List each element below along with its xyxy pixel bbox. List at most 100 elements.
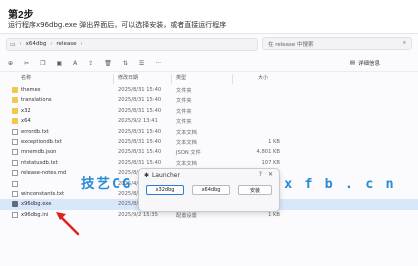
file-icon [12,170,18,177]
bug-icon: ✱ [144,172,150,179]
file-date: 2025/8/31 15:40 [118,97,162,104]
file-size: 1 KB [268,138,280,145]
file-icon [12,211,18,218]
monitor-icon: ▭ [10,40,16,48]
file-name: errordb.txt [21,128,49,135]
paste-icon[interactable]: ▣ [56,60,62,67]
column-divider[interactable] [171,74,172,84]
address-bar[interactable]: ▭ › x64dbg › release › [6,37,258,51]
folder-icon [12,118,18,125]
address-row: ▭ › x64dbg › release › ⌄ ↻ 在 release 中搜索… [0,34,418,54]
view-icon[interactable]: ☰ [139,60,144,67]
file-date: 2025/9/2 15:35 [118,211,158,218]
folder-icon [12,87,18,93]
step-title: 第2步 [8,10,34,21]
file-date: 2025/8/31 15:40 [118,87,162,93]
file-row[interactable]: exceptiondb.txt 2025/8/31 15:40 文本文档 1 KB [0,137,418,147]
file-type: 文本文档 [176,139,197,146]
x32dbg-button[interactable]: x32dbg [146,185,184,195]
install-button[interactable]: 安装 [238,185,272,195]
file-row[interactable]: translations 2025/8/31 15:40 文件夹 [0,95,418,105]
step-description: 运行程序x96dbg.exe 弹出界面后，可以选择安装，或者直接运行程序 [8,21,227,29]
file-row[interactable]: errordb.txt 2025/8/31 15:40 文本文档 [0,127,418,137]
file-date: 2025/9/2 13:41 [118,118,158,125]
chevron-right-icon: › [50,41,53,47]
file-name: winconstants.txt [21,190,65,197]
search-placeholder: 在 release 中搜索 [268,41,314,48]
launcher-buttons: x32dbg x64dbg 安装 [146,185,272,195]
folder-icon [12,97,18,104]
file-type: 文件夹 [176,119,192,126]
file-name: exceptiondb.txt [21,138,62,145]
help-icon[interactable]: ? [259,171,262,178]
launcher-title: Launcher [152,172,180,179]
file-size: 1 KB [268,211,280,218]
copy-icon[interactable]: ❐ [40,60,45,67]
file-name: mnemdb.json [21,149,57,156]
column-divider[interactable] [232,74,233,84]
file-icon [12,159,18,166]
rename-icon[interactable]: A [73,60,77,67]
launcher-window-controls: ? ✕ [259,171,273,178]
file-name: themes [21,87,41,93]
search-icon: ⌕ [402,40,406,46]
file-date: 2025/8/31 15:40 [118,107,162,114]
file-row[interactable]: x64 2025/9/2 13:41 文件夹 [0,116,418,126]
column-header-type[interactable]: 类型 [176,74,186,84]
file-name: x64 [21,118,31,125]
file-icon [12,180,18,187]
application-icon [12,201,18,208]
file-type: 文件夹 [176,108,192,115]
delete-icon[interactable]: 🗑 [104,60,112,67]
file-size: 4,801 KB [256,149,280,156]
file-name: x96dbg.exe [21,201,52,208]
file-row[interactable]: themes 2025/8/31 15:40 文件夹 [0,85,418,95]
details-button[interactable]: ▤ 详细信息 [350,59,380,67]
file-icon [12,128,18,135]
chevron-right-icon: › [19,41,22,47]
more-icon[interactable]: ··· [155,60,161,67]
file-name: x32 [21,107,31,114]
file-row[interactable]: mnemdb.json 2025/8/31 15:40 JSON 文件 4,801 K… [0,147,418,157]
details-label: 详细信息 [357,61,380,67]
file-row[interactable]: ntstatusdb.txt 2025/8/31 15:40 文本文档 107 KB [0,158,418,168]
file-type: 文件夹 [176,98,192,105]
cut-icon[interactable]: ✂ [24,60,29,67]
file-name: release-notes.md [21,170,67,177]
chevron-right-icon: › [80,41,83,47]
arrow-pointer-icon [56,212,80,236]
file-type: 文件夹 [176,88,192,94]
file-date: 2025/8/31 15:40 [118,138,162,145]
column-header-date[interactable]: 修改日期 [118,74,138,84]
file-icon [12,138,18,145]
column-header-size[interactable]: 大小 [258,74,268,84]
breadcrumb-x64dbg[interactable]: x64dbg [26,41,47,47]
file-type: 文本文档 [176,129,197,136]
share-icon[interactable]: ⇪ [88,60,93,67]
file-name: translations [21,97,52,104]
file-date: 2025/8/31 15:40 [118,128,162,135]
file-type: 配置设置 [176,212,197,219]
close-icon[interactable]: ✕ [268,171,273,178]
file-date: 2025/8/31 15:40 [118,149,162,156]
file-row[interactable]: x32 2025/8/31 15:40 文件夹 [0,106,418,116]
launcher-dialog: ✱ Launcher ? ✕ x32dbg x64dbg 安装 [138,168,280,212]
column-header-name[interactable]: 名称 [21,74,31,84]
file-icon [12,190,18,197]
file-type: 文本文档 [176,160,197,167]
file-name: ntstatusdb.txt [21,159,58,166]
x64dbg-button[interactable]: x64dbg [192,185,230,195]
file-name: x96dbg.ini [21,211,49,218]
search-input[interactable]: 在 release 中搜索 ⌕ [262,37,412,50]
file-size: 107 KB [261,159,280,166]
column-divider[interactable] [113,74,114,84]
sort-icon[interactable]: ⇅ [123,60,128,67]
folder-icon [12,107,18,114]
command-bar: ⊕ ✂ ❐ ▣ A ⇪ 🗑 ⇅ ☰ ··· ▤ 详细信息 [0,56,418,72]
new-icon[interactable]: ⊕ [8,60,13,67]
breadcrumb-release[interactable]: release [56,41,76,47]
file-icon [12,149,18,156]
details-pane-icon: ▤ [349,60,355,66]
launcher-titlebar: ✱ Launcher [144,172,180,179]
file-date: 2025/8/31 15:40 [118,159,162,166]
